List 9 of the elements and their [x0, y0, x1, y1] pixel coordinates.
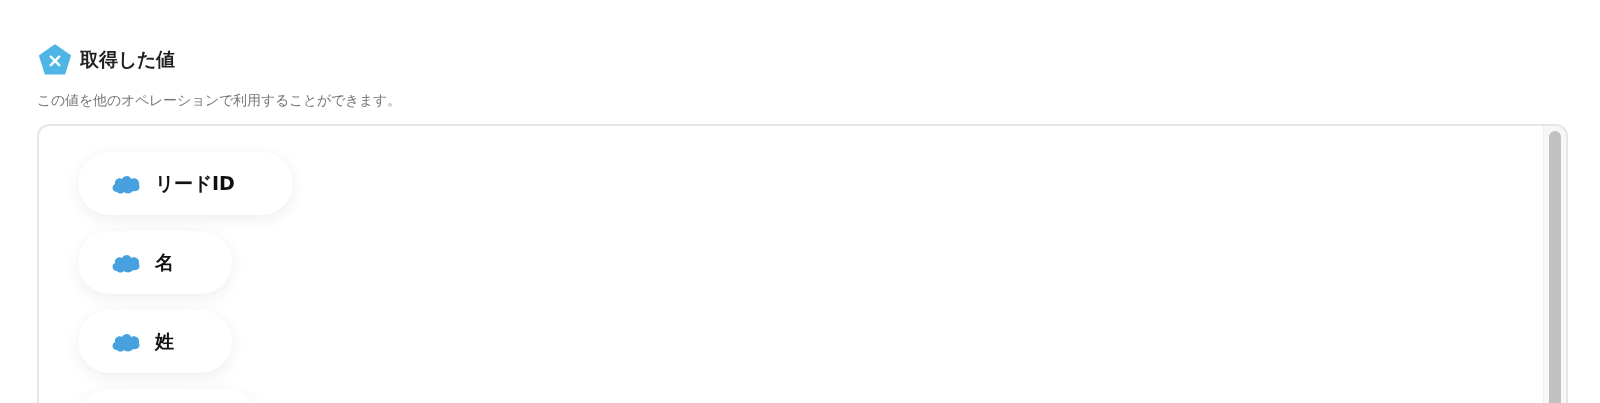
value-chip[interactable]: リードID [78, 152, 293, 215]
cloud-icon [111, 252, 141, 273]
section-title: 取得した値 [80, 46, 175, 72]
value-chip[interactable]: 名 [78, 231, 232, 294]
cloud-icon [111, 331, 141, 352]
section-description: この値を他のオペレーションで利用することができます。 [37, 92, 402, 110]
pentagon-x-icon [39, 44, 71, 75]
cloud-icon [111, 173, 141, 194]
value-chip[interactable]: 姓 [78, 310, 232, 373]
